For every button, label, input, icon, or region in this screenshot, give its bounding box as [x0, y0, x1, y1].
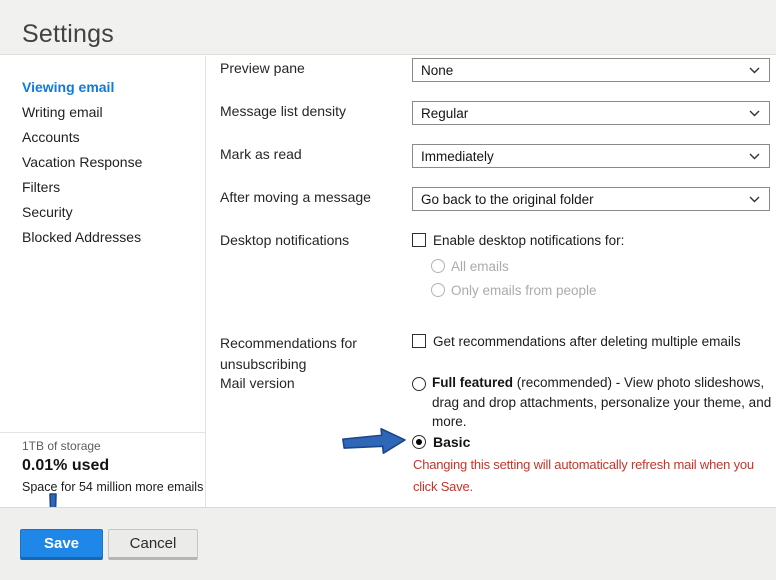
- storage-capacity: 1TB of storage: [22, 439, 101, 453]
- cancel-button[interactable]: Cancel: [108, 529, 198, 560]
- save-button[interactable]: Save: [20, 529, 103, 560]
- sidebar-item-accounts[interactable]: Accounts: [22, 129, 80, 149]
- sidebar-item-filters[interactable]: Filters: [22, 179, 60, 199]
- full-featured-description: Full featured (recommended) - View photo…: [432, 373, 776, 432]
- message-list-density-select[interactable]: Regular: [412, 101, 770, 125]
- enable-desktop-notifications-label: Enable desktop notifications for:: [433, 233, 624, 248]
- sidebar-item-blocked-addresses[interactable]: Blocked Addresses: [22, 229, 141, 249]
- chevron-down-icon: [749, 196, 760, 203]
- mark-as-read-value: Immediately: [421, 149, 494, 164]
- sidebar-item-viewing-email[interactable]: Viewing email: [22, 79, 114, 99]
- basic-radio[interactable]: [412, 435, 426, 449]
- header-band: Settings: [0, 0, 776, 55]
- after-moving-select[interactable]: Go back to the original folder: [412, 187, 770, 211]
- arrow-right-annotation-icon: [342, 428, 408, 456]
- all-emails-radio: [431, 259, 445, 273]
- sidebar-item-security[interactable]: Security: [22, 204, 73, 224]
- storage-used: 0.01% used: [22, 457, 109, 475]
- page-title: Settings: [22, 20, 114, 49]
- preview-pane-value: None: [421, 63, 453, 78]
- label-message-list-density: Message list density: [220, 103, 346, 119]
- settings-page: Settings Viewing email Writing email Acc…: [0, 0, 776, 580]
- only-emails-from-people-radio: [431, 283, 445, 297]
- only-emails-from-people-label: Only emails from people: [451, 283, 597, 298]
- enable-desktop-notifications-checkbox[interactable]: [412, 233, 426, 247]
- chevron-down-icon: [749, 110, 760, 117]
- label-after-moving-a-message: After moving a message: [220, 189, 371, 205]
- basic-label: Basic: [433, 434, 470, 450]
- sidebar-item-writing-email[interactable]: Writing email: [22, 104, 103, 124]
- label-mail-version: Mail version: [220, 375, 295, 391]
- label-desktop-notifications: Desktop notifications: [220, 232, 349, 248]
- chevron-down-icon: [749, 153, 760, 160]
- after-moving-value: Go back to the original folder: [421, 192, 594, 207]
- all-emails-label: All emails: [451, 259, 509, 274]
- storage-divider: [0, 432, 205, 433]
- message-list-density-value: Regular: [421, 106, 468, 121]
- sidebar-item-vacation-response[interactable]: Vacation Response: [22, 154, 142, 174]
- preview-pane-select[interactable]: None: [412, 58, 770, 82]
- label-recommendations-for-unsubscribing: Recommendations for unsubscribing: [220, 333, 375, 375]
- mark-as-read-select[interactable]: Immediately: [412, 144, 770, 168]
- get-recommendations-label: Get recommendations after deleting multi…: [433, 334, 741, 349]
- sidebar-divider: [205, 56, 206, 507]
- chevron-down-icon: [749, 67, 760, 74]
- get-recommendations-checkbox[interactable]: [412, 334, 426, 348]
- full-featured-radio[interactable]: [412, 377, 426, 391]
- storage-space: Space for 54 million more emails: [22, 480, 203, 494]
- refresh-warning-text: Changing this setting will automatically…: [413, 454, 773, 498]
- full-featured-name: Full featured: [432, 375, 513, 390]
- label-preview-pane: Preview pane: [220, 60, 305, 76]
- label-mark-as-read: Mark as read: [220, 146, 302, 162]
